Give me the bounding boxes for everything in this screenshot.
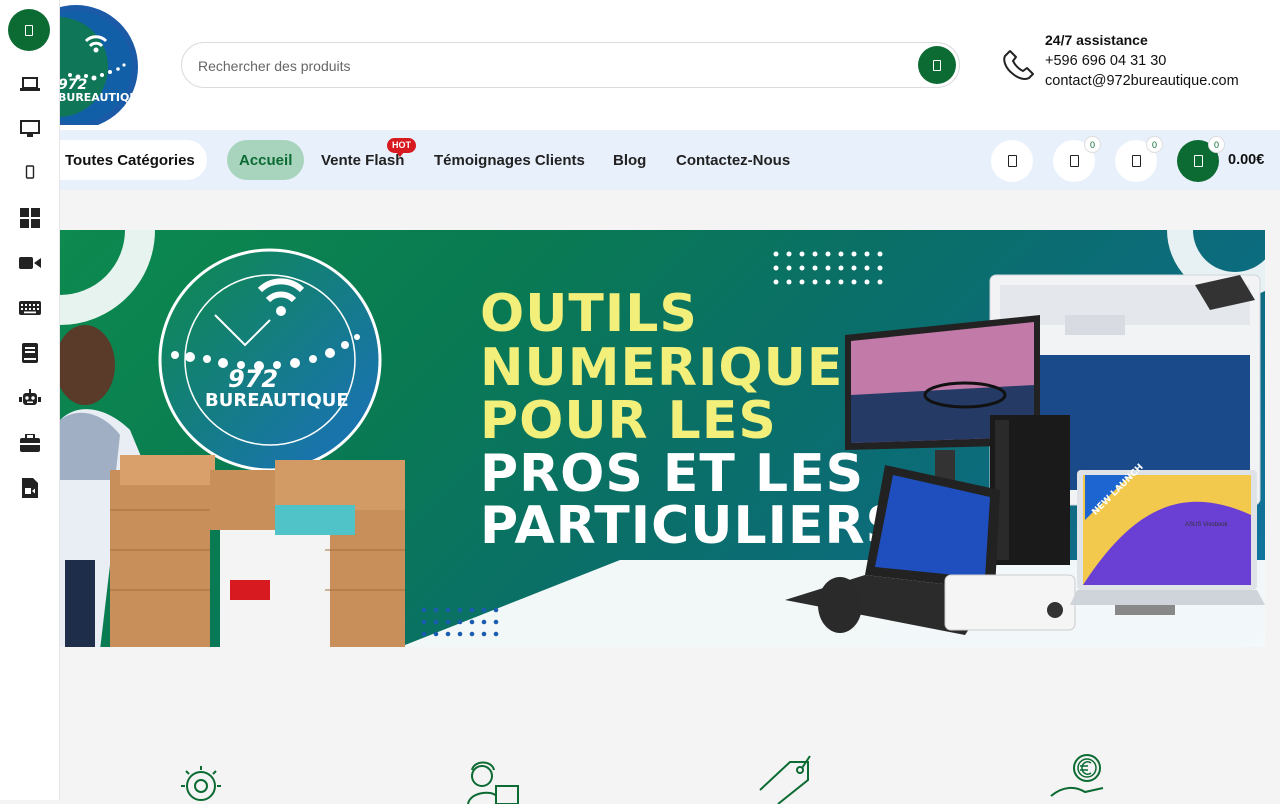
search-icon	[933, 59, 941, 71]
grid-icon	[25, 24, 33, 36]
assistance-block: 24/7 assistance +596 696 04 31 30 contac…	[997, 30, 1267, 94]
laptop-icon[interactable]	[18, 73, 42, 95]
monitor-icon[interactable]	[18, 118, 42, 140]
logo-name-text: BUREAUTIQUE	[60, 91, 140, 104]
banner-logo-brand: 972	[228, 365, 279, 393]
products-image	[785, 274, 1265, 635]
features-row	[60, 740, 1280, 804]
book-icon[interactable]	[18, 342, 42, 364]
nav-item-accueil[interactable]: Accueil	[227, 140, 305, 180]
banner-headline-line-3: POUR LES	[480, 391, 777, 451]
price-tag-icon	[759, 755, 811, 804]
user-icon	[1007, 155, 1017, 167]
video-file-icon[interactable]	[18, 477, 42, 499]
video-camera-icon[interactable]	[18, 252, 42, 274]
delivery-person-icon	[467, 761, 519, 804]
windows-icon[interactable]	[18, 207, 42, 229]
nav-item-label: Vente Flash	[321, 151, 405, 169]
cart-icon	[1193, 155, 1203, 167]
briefcase-icon[interactable]	[18, 432, 42, 454]
hero-banner[interactable]: 972 BUREAUTIQUE OUTILS NUMERIQUES POUR L…	[60, 230, 1265, 647]
nav-item-blog[interactable]: Blog	[613, 140, 646, 180]
compare-icon	[1069, 155, 1079, 167]
category-sidebar	[0, 0, 60, 800]
wishlist-count-badge: 0	[1146, 136, 1163, 153]
sidebar-toggle-button[interactable]	[8, 9, 50, 51]
nav-item-vente-flash[interactable]: Vente Flash HOT	[321, 138, 416, 180]
phone-support-icon	[1003, 50, 1034, 80]
banner-headline-line-1: OUTILS	[480, 284, 698, 344]
phone-icon[interactable]	[18, 161, 42, 183]
hot-badge: HOT	[387, 138, 416, 157]
cart-count-badge: 0	[1208, 136, 1225, 153]
banner-logo-name: BUREAUTIQUE	[205, 390, 349, 411]
settings-gear-icon	[181, 766, 221, 801]
compare-count-badge: 0	[1084, 136, 1101, 153]
all-categories-button[interactable]: Toutes Catégories	[60, 140, 207, 180]
search-bar	[181, 42, 960, 88]
assistance-text: 24/7 assistance +596 696 04 31 30 contac…	[1045, 30, 1239, 92]
heart-icon	[1131, 155, 1141, 167]
assistance-email[interactable]: contact@972bureautique.com	[1045, 71, 1239, 92]
keyboard-icon[interactable]	[18, 297, 42, 319]
nav-item-temoignages[interactable]: Témoignages Clients	[434, 140, 585, 180]
assistance-title: 24/7 assistance	[1045, 32, 1148, 48]
cart-button[interactable]: 0	[1177, 136, 1225, 182]
euro-hand-icon	[1050, 754, 1104, 797]
account-button[interactable]	[991, 140, 1033, 182]
cart-total[interactable]: 0.00€	[1228, 152, 1264, 168]
nav-item-contact[interactable]: Contactez-Nous	[676, 140, 790, 180]
site-logo[interactable]: 972 BUREAUTIQUE	[60, 5, 140, 125]
wishlist-button[interactable]: 0	[1115, 136, 1163, 182]
compare-button[interactable]: 0	[1053, 136, 1101, 182]
boxes-image	[110, 455, 405, 647]
robot-icon[interactable]	[18, 387, 42, 409]
search-button[interactable]	[918, 46, 956, 84]
assistance-phone[interactable]: +596 696 04 31 30	[1045, 51, 1239, 72]
laptop-brand-label: ASUS Vivobook	[1185, 522, 1228, 528]
search-input[interactable]	[198, 55, 898, 77]
